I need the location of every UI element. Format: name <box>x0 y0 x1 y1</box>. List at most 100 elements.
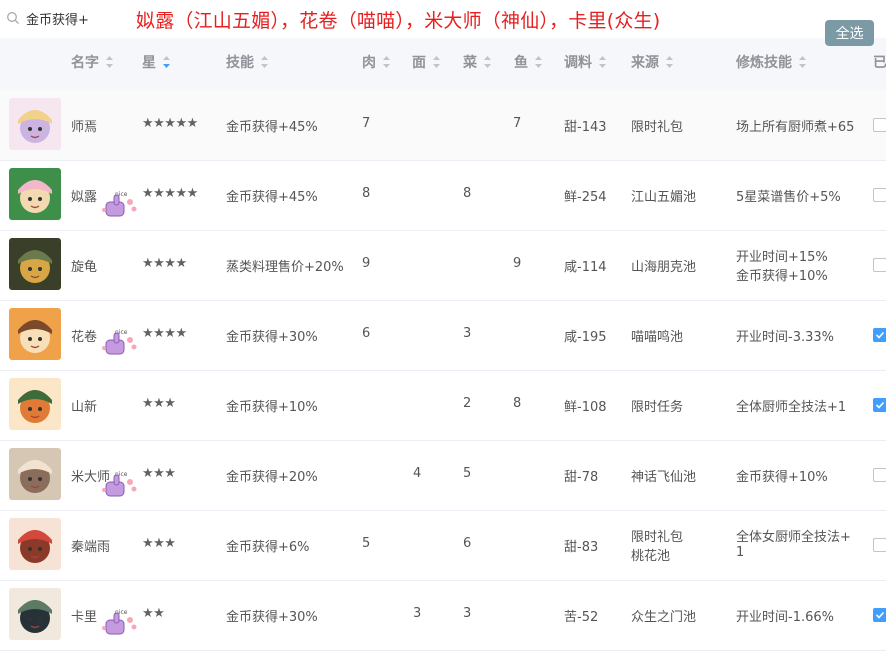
col-header-owned[interactable]: 已 <box>873 52 886 72</box>
col-header-source[interactable]: 来源 <box>631 52 674 72</box>
col-header-noodle[interactable]: 面 <box>412 52 441 72</box>
table-row[interactable]: 米大师 ★★★ 金币获得+20% 4 5 甜-78 神话飞仙池 金币获得+10% nice <box>0 440 886 511</box>
chef-skill: 金币获得+45% <box>226 190 318 205</box>
sort-icon <box>484 56 491 68</box>
table-row[interactable]: 旋龟 ★★★★ 蒸类料理售价+20% 9 9 咸-114 山海朋克池 开业时间+15% 金币获得… <box>0 230 886 301</box>
star-rating: ★★★★ <box>142 326 187 341</box>
sort-icon <box>666 56 673 68</box>
owned-checkbox[interactable] <box>873 538 886 552</box>
veg-value: 6 <box>463 536 472 551</box>
col-header-meat[interactable]: 肉 <box>362 52 391 72</box>
star-rating: ★★ <box>142 606 165 621</box>
star-rating: ★★★ <box>142 536 176 551</box>
star-rating: ★★★ <box>142 466 176 481</box>
col-header-training[interactable]: 修炼技能 <box>736 52 807 72</box>
source-text: 江山五媚池 <box>631 190 697 205</box>
meat-value: 9 <box>362 256 371 271</box>
search-icon <box>7 12 19 24</box>
source-text: 神话飞仙池 <box>631 470 697 485</box>
sort-icon <box>433 56 440 68</box>
top-bar: 金币获得+ 姒露（江山五媚），花卷（喵喵），米大师（神仙），卡里(众生) <box>0 0 886 38</box>
chef-portrait-icon <box>9 98 61 150</box>
col-header-seasoning[interactable]: 调料 <box>564 52 607 72</box>
meat-value: 5 <box>362 536 371 551</box>
training-skill: 全体厨师全技法+1 <box>736 400 847 415</box>
chef-skill: 金币获得+45% <box>226 120 318 135</box>
sticker-text: nice <box>115 191 128 198</box>
sticker-text: nice <box>115 329 128 336</box>
owned-checkbox[interactable] <box>873 188 886 202</box>
table-row[interactable]: 师焉 ★★★★★ 金币获得+45% 7 7 甜-143 限时礼包 场上所有厨师煮+65 <box>0 90 886 161</box>
owned-checkbox[interactable] <box>873 468 886 482</box>
sort-icon <box>106 56 113 68</box>
veg-value: 3 <box>463 326 472 341</box>
seasoning-value: 苦-52 <box>564 610 599 625</box>
chef-portrait-icon <box>9 168 61 220</box>
meat-value: 6 <box>362 326 371 341</box>
search-box[interactable]: 金币获得+ <box>6 8 89 28</box>
thumbs-up-icon: nice <box>102 609 137 635</box>
table-row[interactable]: 卡里 ★★ 金币获得+30% 3 3 苦-52 众生之门池 开业时间-1.66% nice <box>0 580 886 651</box>
chef-avatar <box>9 588 61 640</box>
chef-portrait-icon <box>9 518 61 570</box>
table-row[interactable]: 姒露 ★★★★★ 金币获得+45% 8 8 鲜-254 江山五媚池 5星菜谱售价+5% nic… <box>0 160 886 231</box>
chef-name: 花卷 <box>71 330 98 345</box>
noodle-value: 4 <box>413 466 422 481</box>
chef-avatar <box>9 168 61 220</box>
chef-skill: 金币获得+30% <box>226 330 318 345</box>
table-row[interactable]: 秦端雨 ★★★ 金币获得+6% 5 6 甜-83 限时礼包 桃花池 全体女厨师全技法+ 1 <box>0 510 886 581</box>
chef-skill: 金币获得+10% <box>226 400 318 415</box>
thumbs-up-icon: nice <box>102 191 137 217</box>
nice-thumbs-up-sticker: nice <box>100 328 140 358</box>
sort-icon <box>799 56 806 68</box>
chef-avatar <box>9 518 61 570</box>
table-header: 名字 星 技能 肉 面 菜 鱼 调料 来源 修炼技能 已 <box>0 38 886 91</box>
training-skill-line2: 1 <box>736 545 745 560</box>
noodle-value: 3 <box>413 606 422 621</box>
chef-avatar <box>9 98 61 150</box>
star-rating: ★★★★★ <box>142 116 198 131</box>
search-input[interactable]: 金币获得+ <box>26 9 89 28</box>
seasoning-value: 咸-114 <box>564 260 607 275</box>
owned-checkbox-checked[interactable] <box>873 328 886 342</box>
chef-portrait-icon <box>9 378 61 430</box>
select-all-button[interactable]: 全选 <box>825 20 874 46</box>
training-skill-line2: 金币获得+10% <box>736 269 828 284</box>
owned-checkbox[interactable] <box>873 258 886 272</box>
seasoning-value: 鲜-108 <box>564 400 607 415</box>
chef-avatar <box>9 238 61 290</box>
source-text: 限时礼包 <box>631 120 684 135</box>
check-icon <box>875 331 885 339</box>
source-text: 众生之门池 <box>631 610 697 625</box>
chef-avatar <box>9 448 61 500</box>
col-header-veg[interactable]: 菜 <box>463 52 492 72</box>
veg-value: 8 <box>463 186 472 201</box>
check-icon <box>875 401 885 409</box>
star-rating: ★★★★★ <box>142 186 198 201</box>
source-text: 山海朋克池 <box>631 260 697 275</box>
fish-value: 8 <box>513 396 522 411</box>
seasoning-value: 咸-195 <box>564 330 607 345</box>
col-header-skill[interactable]: 技能 <box>226 52 269 72</box>
nice-thumbs-up-sticker: nice <box>100 608 140 638</box>
owned-checkbox[interactable] <box>873 118 886 132</box>
owned-checkbox-checked[interactable] <box>873 608 886 622</box>
table-row[interactable]: 山新 ★★★ 金币获得+10% 2 8 鲜-108 限时任务 全体厨师全技法+1 <box>0 370 886 441</box>
chef-avatar <box>9 308 61 360</box>
veg-value: 5 <box>463 466 472 481</box>
chef-name: 师焉 <box>71 120 98 135</box>
nice-thumbs-up-sticker: nice <box>100 190 140 220</box>
training-skill: 开业时间+15% <box>736 250 828 265</box>
col-header-stars[interactable]: 星 <box>142 52 171 72</box>
chef-name: 秦端雨 <box>71 540 111 555</box>
chef-skill: 蒸类料理售价+20% <box>226 260 344 275</box>
source-text: 限时礼包 <box>631 530 684 545</box>
col-header-fish[interactable]: 鱼 <box>514 52 543 72</box>
owned-checkbox-checked[interactable] <box>873 398 886 412</box>
col-header-name[interactable]: 名字 <box>71 52 114 72</box>
chef-portrait-icon <box>9 238 61 290</box>
chef-skill: 金币获得+6% <box>226 540 310 555</box>
chef-avatar <box>9 378 61 430</box>
table-row[interactable]: 花卷 ★★★★ 金币获得+30% 6 3 咸-195 喵喵鸣池 开业时间-3.33% nice <box>0 300 886 371</box>
source-text: 限时任务 <box>631 400 684 415</box>
